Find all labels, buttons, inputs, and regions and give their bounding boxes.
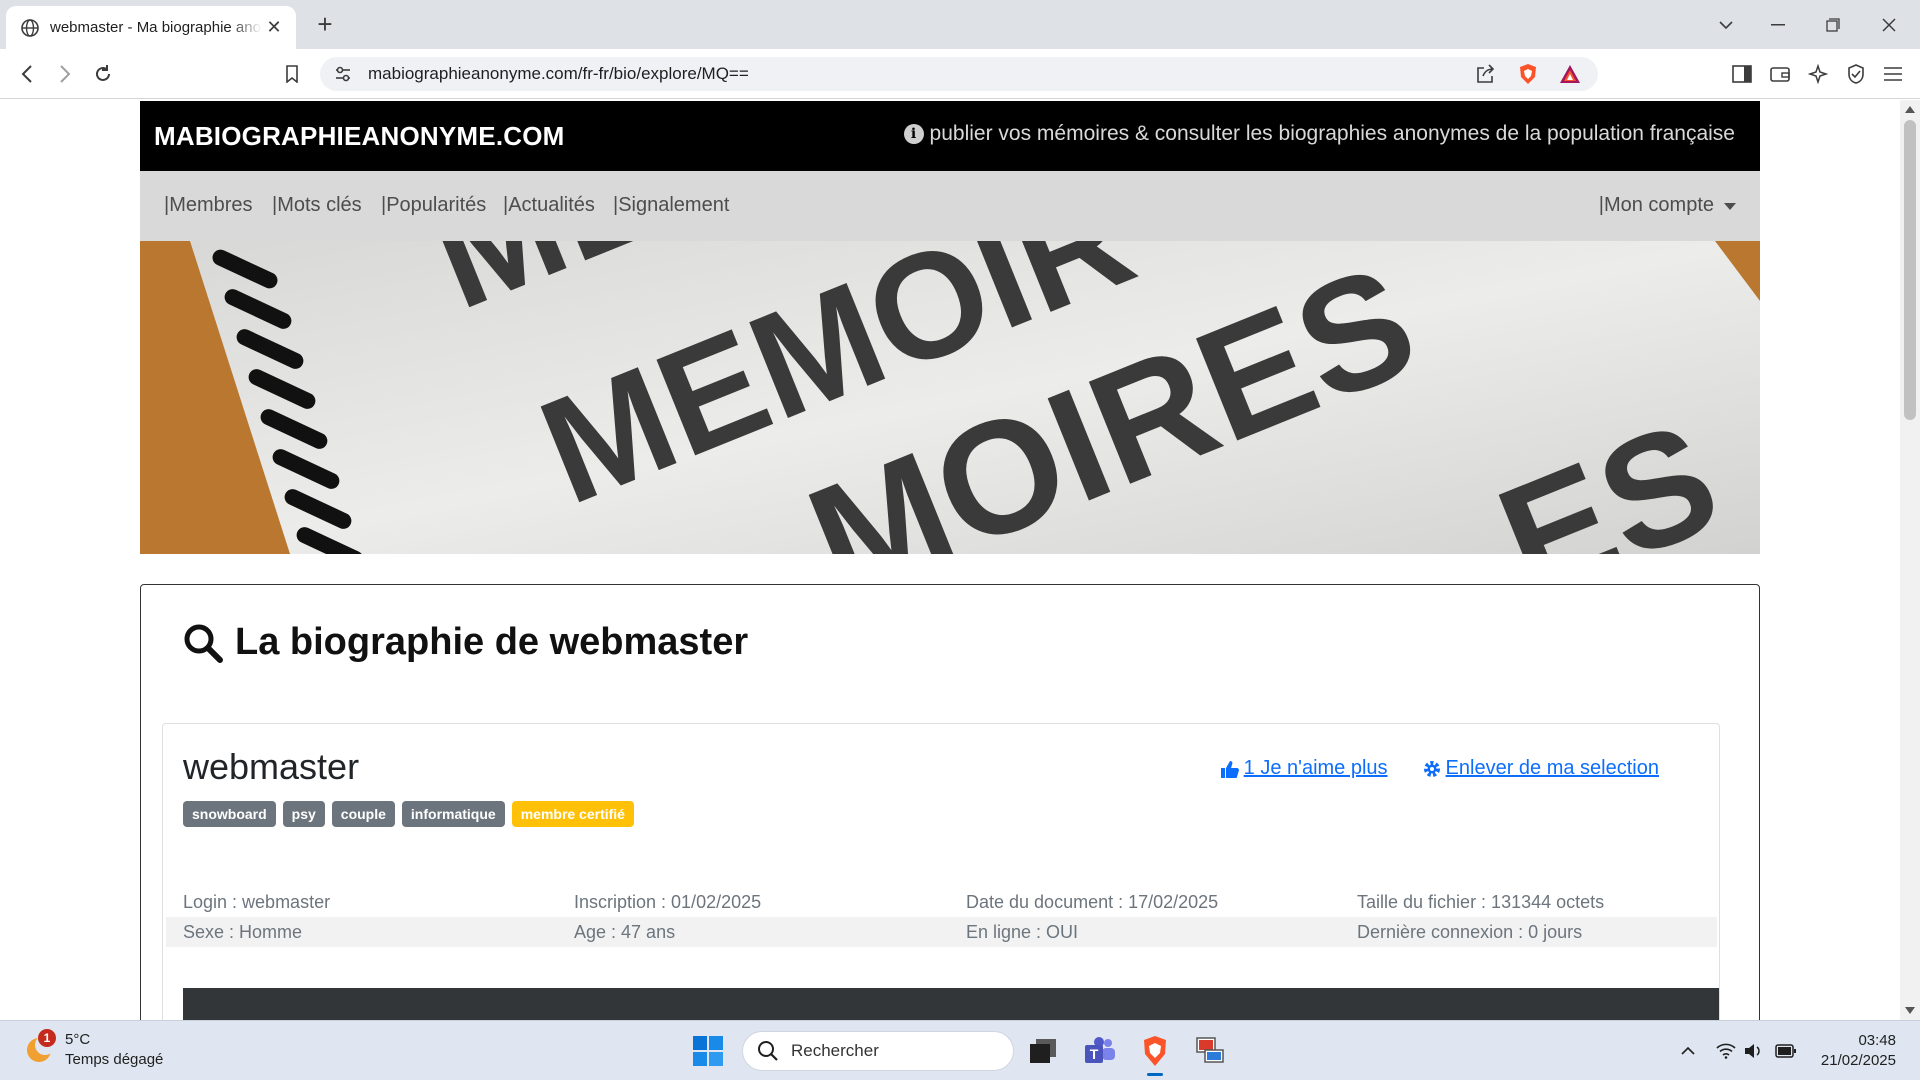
search-label: Rechercher <box>791 1041 879 1060</box>
search-icon <box>758 1041 778 1061</box>
windows-taskbar: 1 5°C Temps dégagé Rechercher T 03:48 21… <box>0 1020 1920 1080</box>
tab-search-chevron-icon[interactable] <box>1713 12 1739 38</box>
share-icon[interactable] <box>1475 64 1495 89</box>
page-title-text: La biographie de webmaster <box>235 621 749 663</box>
tag-list: snowboard psy couple informatique membre… <box>183 801 634 827</box>
minimize-button[interactable] <box>1765 12 1791 38</box>
info-circle-icon: i <box>903 124 924 144</box>
remove-selection-label: Enlever de ma selection <box>1445 757 1659 779</box>
weather-notification-badge: 1 <box>38 1029 56 1047</box>
new-tab-button[interactable]: + <box>312 11 338 38</box>
info-login: Login : webmaster <box>183 892 331 912</box>
show-hidden-icons-chevron-icon[interactable] <box>1676 1039 1700 1063</box>
address-bar[interactable]: mabiographieanonyme.com/fr-fr/bio/explor… <box>320 57 1598 91</box>
profile-username: webmaster <box>183 746 360 787</box>
tag-badge[interactable]: snowboard <box>183 801 276 827</box>
windows-start-icon[interactable] <box>692 1035 724 1067</box>
close-window-button[interactable] <box>1876 12 1902 38</box>
tag-badge[interactable]: psy <box>282 801 325 827</box>
nav-item-signalement[interactable]: |Signalement <box>613 194 729 217</box>
weather-temperature[interactable]: 5°C <box>65 1031 90 1048</box>
info-row: Login : webmaster Inscription : 01/02/20… <box>166 887 1717 917</box>
brave-rewards-icon[interactable] <box>1559 64 1581 89</box>
scroll-down-arrow-icon[interactable] <box>1905 1007 1915 1014</box>
site-settings-icon[interactable] <box>334 65 352 88</box>
search-magnifier-icon <box>184 624 223 663</box>
page-scrollbar[interactable] <box>1900 100 1920 1020</box>
pdf-viewer-toolbar <box>183 988 1719 1020</box>
info-sexe: Sexe : Homme <box>183 922 303 942</box>
info-online: En ligne : OUI <box>966 922 1079 942</box>
svg-text:T: T <box>1090 1046 1099 1062</box>
taskbar-search[interactable]: Rechercher <box>742 1031 1014 1071</box>
brave-browser-icon[interactable] <box>1137 1033 1173 1076</box>
site-tagline: i publier vos mémoires & consulter les b… <box>903 122 1735 146</box>
caret-down-icon <box>1724 203 1736 210</box>
close-tab-icon[interactable]: ✕ <box>262 16 286 40</box>
gear-icon <box>1423 760 1440 777</box>
browser-tab-bar: webmaster - Ma biographie anonyme ✕ + <box>0 0 1920 49</box>
site-header: MABIOGRAPHIEANONYME.COM i publier vos mé… <box>140 101 1760 171</box>
thumbs-up-icon <box>1220 760 1239 778</box>
clock-time: 03:48 <box>1858 1032 1896 1049</box>
forward-arrow-icon[interactable] <box>52 61 78 87</box>
nav-item-mots-cles[interactable]: |Mots clés <box>272 194 362 217</box>
account-dropdown[interactable]: |Mon compte <box>1599 194 1736 217</box>
tagline-text: publier vos mémoires & consulter les bio… <box>929 122 1735 145</box>
wallet-icon[interactable] <box>1767 61 1793 87</box>
info-age: Age : 47 ans <box>574 922 676 942</box>
leo-ai-icon[interactable] <box>1805 61 1831 87</box>
biography-card: La biographie de webmaster webmaster 1 J… <box>140 584 1760 1020</box>
remote-desktop-icon[interactable] <box>1192 1033 1228 1069</box>
page-title: La biographie de webmaster <box>183 621 748 664</box>
battery-icon[interactable] <box>1774 1039 1798 1063</box>
url-text[interactable]: mabiographieanonyme.com/fr-fr/bio/explor… <box>368 64 749 84</box>
tag-badge[interactable]: informatique <box>401 801 505 827</box>
tab-title: webmaster - Ma biographie anonyme <box>50 19 262 36</box>
globe-icon <box>21 18 39 37</box>
unlike-link[interactable]: 1 Je n'aime plus <box>1220 757 1388 780</box>
banner-image: ME MEMOIR MOIRES ES <box>140 241 1760 554</box>
profile-info-table: Login : webmaster Inscription : 01/02/20… <box>166 887 1717 947</box>
profile-panel: webmaster 1 Je n'aime plus Enlever de ma… <box>162 723 1720 1020</box>
sidebar-icon[interactable] <box>1729 61 1755 87</box>
teams-icon[interactable]: T <box>1082 1033 1118 1069</box>
volume-icon[interactable] <box>1741 1039 1765 1063</box>
page-viewport: MABIOGRAPHIEANONYME.COM i publier vos mé… <box>0 100 1900 1020</box>
info-last-login: Dernière connexion : 0 jours <box>1357 922 1583 942</box>
tag-badge[interactable]: couple <box>331 801 395 827</box>
info-file-size: Taille du fichier : 131344 octets <box>1357 892 1605 912</box>
profile-actions: 1 Je n'aime plus Enlever de ma selection <box>1220 757 1659 780</box>
task-view-icon[interactable] <box>1025 1033 1061 1069</box>
unlike-label: 1 Je n'aime plus <box>1243 757 1388 779</box>
restore-button[interactable] <box>1820 12 1846 38</box>
info-inscription: Inscription : 01/02/2025 <box>574 892 762 912</box>
vpn-shield-icon[interactable] <box>1843 61 1869 87</box>
reload-icon[interactable] <box>90 61 116 87</box>
site-nav: |Membres |Mots clés |Popularités |Actual… <box>140 171 1760 241</box>
site-brand[interactable]: MABIOGRAPHIEANONYME.COM <box>154 121 565 152</box>
info-row: Sexe : Homme Age : 47 ans En ligne : OUI… <box>166 917 1717 947</box>
remove-selection-link[interactable]: Enlever de ma selection <box>1422 757 1659 780</box>
wifi-icon[interactable] <box>1714 1039 1738 1063</box>
nav-item-popularites[interactable]: |Popularités <box>381 194 486 217</box>
certified-badge: membre certifié <box>511 801 634 827</box>
account-label: |Mon compte <box>1598 194 1714 216</box>
browser-tab[interactable]: webmaster - Ma biographie anonyme ✕ <box>6 6 296 49</box>
nav-item-membres[interactable]: |Membres <box>164 194 253 217</box>
scroll-up-arrow-icon[interactable] <box>1905 106 1915 113</box>
info-date-document: Date du document : 17/02/2025 <box>966 892 1219 912</box>
memoires-banner-illustration: ME MEMOIR MOIRES ES <box>140 241 1760 554</box>
bookmark-icon[interactable] <box>279 61 305 87</box>
back-arrow-icon[interactable] <box>14 61 40 87</box>
clock-date: 21/02/2025 <box>1820 1052 1896 1069</box>
weather-description[interactable]: Temps dégagé <box>65 1051 163 1068</box>
taskbar-clock[interactable]: 03:48 21/02/2025 <box>1821 1031 1896 1071</box>
scrollbar-thumb[interactable] <box>1904 120 1916 420</box>
nav-item-actualites[interactable]: |Actualités <box>503 194 595 217</box>
brave-shields-icon[interactable] <box>1517 63 1539 90</box>
menu-hamburger-icon[interactable] <box>1880 61 1906 87</box>
browser-toolbar: mabiographieanonyme.com/fr-fr/bio/explor… <box>0 49 1920 99</box>
